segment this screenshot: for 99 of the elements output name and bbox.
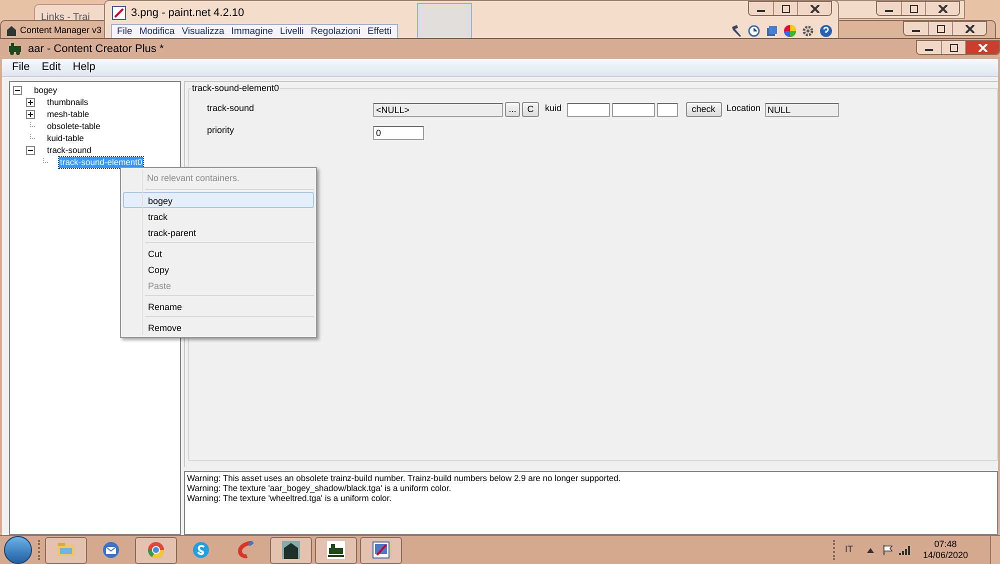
collapse-icon[interactable] bbox=[26, 146, 35, 154]
taskbar-button[interactable] bbox=[270, 536, 312, 564]
maximize-button[interactable] bbox=[928, 22, 952, 35]
tree-item[interactable]: mesh-table bbox=[46, 108, 90, 120]
taskbar-button[interactable] bbox=[315, 536, 357, 564]
window-title: 3.png - paint.net 4.2.10 bbox=[131, 6, 244, 21]
clock-date: 14/06/2020 bbox=[922, 550, 968, 561]
menu-item[interactable]: Visualizza bbox=[182, 24, 224, 40]
clock-icon bbox=[748, 25, 760, 37]
field-label: priority bbox=[207, 124, 236, 137]
menu-item[interactable]: Cut bbox=[123, 245, 314, 261]
maximize-icon bbox=[908, 4, 918, 12]
clock[interactable]: 07:48 14/06/2020 bbox=[922, 539, 968, 561]
maximize-icon bbox=[948, 44, 958, 52]
value-field: NULL bbox=[764, 102, 839, 116]
building-icon bbox=[6, 25, 17, 36]
clear-button[interactable]: C bbox=[522, 102, 539, 117]
log-message: Warning: This asset uses an obsolete trainz-build number. Trainz-build numbers below 2.9 are no longer supported. bbox=[187, 473, 622, 483]
color-wheel-icon bbox=[784, 25, 796, 37]
tree-item[interactable]: track-sound bbox=[46, 144, 92, 156]
taskbar-button[interactable] bbox=[360, 536, 402, 564]
locomotive-icon bbox=[327, 541, 345, 559]
value-field: <NULL> bbox=[373, 102, 503, 116]
window-title: Links - Trai bbox=[41, 11, 90, 25]
menu-item[interactable]: Regolazioni bbox=[310, 24, 360, 40]
minimize-button[interactable] bbox=[917, 41, 941, 54]
menu-item[interactable]: Rename bbox=[123, 298, 314, 314]
field-label: kuid bbox=[545, 102, 562, 115]
menu-item[interactable]: Copy bbox=[123, 261, 314, 277]
picture-frame-icon bbox=[372, 541, 390, 559]
minimize-button[interactable] bbox=[904, 22, 928, 35]
menu-item[interactable]: Help bbox=[72, 59, 96, 76]
picture-frame-icon bbox=[112, 6, 126, 20]
thumbnail-tab[interactable] bbox=[417, 3, 472, 39]
menu-item[interactable]: Immagine bbox=[231, 24, 274, 40]
close-icon bbox=[978, 44, 988, 52]
window-controls[interactable] bbox=[916, 40, 1000, 55]
menu-item[interactable]: track-parent bbox=[123, 224, 314, 240]
start-button[interactable] bbox=[4, 536, 32, 564]
close-icon bbox=[938, 4, 948, 12]
field-label: track-sound bbox=[207, 102, 256, 115]
flag-icon bbox=[882, 545, 893, 555]
browse-button[interactable]: ... bbox=[505, 102, 520, 117]
close-icon bbox=[964, 24, 974, 32]
tree-item[interactable]: thumbnails bbox=[46, 96, 90, 108]
input-field[interactable] bbox=[566, 102, 610, 116]
building-icon bbox=[282, 541, 300, 559]
signal-icon bbox=[898, 546, 911, 554]
window-controls[interactable] bbox=[903, 21, 987, 36]
envelope-globe-icon bbox=[102, 541, 120, 559]
menu-item[interactable]: File bbox=[117, 24, 132, 40]
menu-item[interactable]: File bbox=[12, 59, 30, 76]
menu-item[interactable]: Edit bbox=[42, 59, 61, 76]
tree-item[interactable]: bogey bbox=[33, 84, 58, 96]
maximize-button[interactable] bbox=[901, 2, 925, 15]
folder-icon bbox=[57, 541, 75, 559]
window-controls[interactable] bbox=[876, 1, 960, 16]
collapse-icon[interactable] bbox=[13, 86, 22, 94]
close-button[interactable] bbox=[965, 41, 999, 54]
minimize-button[interactable] bbox=[749, 2, 773, 15]
menu-item[interactable]: Modifica bbox=[139, 24, 175, 40]
check-button[interactable]: check bbox=[686, 102, 722, 117]
menu-item[interactable]: Effetti bbox=[367, 24, 392, 40]
clock-time: 07:48 bbox=[934, 539, 957, 550]
menu-item[interactable]: bogey bbox=[123, 192, 314, 208]
close-button[interactable] bbox=[797, 2, 831, 15]
input-field[interactable] bbox=[656, 102, 678, 116]
maximize-button[interactable] bbox=[941, 41, 965, 54]
maximize-icon bbox=[780, 4, 790, 12]
expand-icon[interactable] bbox=[26, 110, 35, 118]
menu-note: No relevant containers. bbox=[146, 172, 241, 185]
menu-item[interactable]: Remove bbox=[123, 319, 314, 335]
close-icon bbox=[810, 4, 820, 12]
minimize-button[interactable] bbox=[877, 2, 901, 15]
log-message: Warning: The texture 'wheeltred.tga' is a uniform color. bbox=[187, 493, 393, 503]
input-field[interactable]: 0 bbox=[373, 126, 424, 140]
window-controls[interactable] bbox=[748, 1, 832, 16]
close-button[interactable] bbox=[925, 2, 959, 15]
close-button[interactable] bbox=[952, 22, 986, 35]
settings-icon bbox=[802, 25, 814, 37]
chevron-up-icon bbox=[866, 548, 874, 552]
input-field[interactable] bbox=[612, 102, 655, 116]
menu-item[interactable]: track bbox=[123, 208, 314, 224]
browser-icon bbox=[147, 541, 165, 559]
log-message: Warning: The texture 'aar_bogey_shadow/black.tga' is a uniform color. bbox=[187, 483, 452, 493]
window-title: aar - Content Creator Plus * bbox=[28, 42, 164, 57]
tree-item[interactable]: obsolete-table bbox=[46, 120, 102, 132]
window-title: Content Manager v3 bbox=[20, 24, 102, 37]
chat-icon bbox=[192, 541, 210, 559]
menu-item[interactable]: Livelli bbox=[280, 24, 304, 40]
tree-item[interactable]: kuid-table bbox=[46, 132, 85, 144]
field-label: Location bbox=[726, 102, 761, 115]
expand-icon[interactable] bbox=[26, 98, 35, 106]
language-indicator[interactable]: IT bbox=[844, 543, 853, 557]
help-icon bbox=[820, 25, 832, 37]
maximize-button[interactable] bbox=[773, 2, 797, 15]
layers-icon bbox=[766, 25, 778, 37]
maximize-icon bbox=[936, 24, 946, 32]
locomotive-icon bbox=[8, 43, 22, 55]
